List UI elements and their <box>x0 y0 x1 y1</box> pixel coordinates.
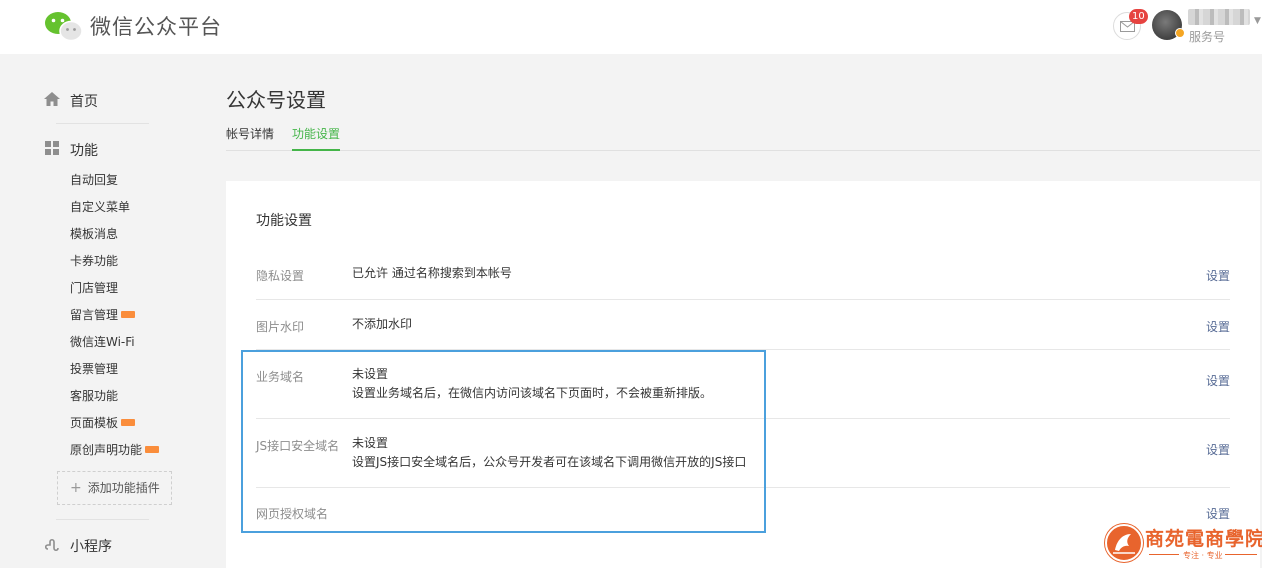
top-bar: 微信公众平台 10 服务号 ▼ <box>0 0 1262 54</box>
add-plugin-label: 添加功能插件 <box>87 481 160 495</box>
setting-row-oauth-domain: 网页授权域名 设置 <box>256 488 1230 538</box>
watermark-text: 商苑電商學院 <box>1145 528 1262 550</box>
sidebar-item-card-coupon[interactable]: 卡券功能 <box>70 251 159 278</box>
sidebar-item-label: 留言管理 <box>70 308 119 322</box>
sidebar-item-home[interactable]: 首页 <box>44 90 164 110</box>
row-description: 设置JS接口安全域名后，公众号开发者可在该域名下调用微信开放的JS接口 <box>352 455 747 469</box>
new-badge-icon <box>121 419 136 426</box>
row-label: 业务域名 <box>256 370 305 384</box>
notification-badge: 10 <box>1129 9 1148 24</box>
sidebar-item-function[interactable]: 功能 <box>44 139 164 159</box>
watermark-logo: 商苑電商學院 专注 · 专业 <box>1105 522 1262 564</box>
oauth-domain-setting-link[interactable]: 设置 <box>1206 505 1230 522</box>
home-icon <box>44 92 60 106</box>
sidebar-item-comment-management[interactable]: 留言管理 <box>70 305 159 332</box>
row-label: JS接口安全域名 <box>256 439 340 453</box>
sidebar-item-label: 原创声明功能 <box>70 443 143 457</box>
sidebar-item-label: 门店管理 <box>70 281 119 295</box>
privacy-setting-link[interactable]: 设置 <box>1206 267 1230 284</box>
sidebar-item-label: 页面模板 <box>70 416 119 430</box>
setting-row-watermark: 图片水印 不添加水印 设置 <box>256 300 1230 350</box>
watermark-setting-link[interactable]: 设置 <box>1206 318 1230 335</box>
setting-row-business-domain: 业务域名 未设置 设置业务域名后，在微信内访问该域名下页面时，不会被重新排版。 … <box>256 350 1230 419</box>
sidebar-item-label: 功能 <box>70 143 98 159</box>
sidebar-item-wifi[interactable]: 微信连Wi-Fi <box>70 332 159 359</box>
new-badge-icon <box>145 446 160 453</box>
mini-program-icon <box>45 538 59 552</box>
plus-icon: + <box>70 480 82 496</box>
sidebar-item-custom-menu[interactable]: 自定义菜单 <box>70 197 159 224</box>
js-domain-setting-link[interactable]: 设置 <box>1206 441 1230 458</box>
divider <box>1225 554 1257 555</box>
brand-title[interactable]: 微信公众平台 <box>90 11 222 41</box>
tab-bar: 帐号详情 功能设置 <box>226 124 1260 151</box>
business-domain-setting-link[interactable]: 设置 <box>1206 372 1230 389</box>
account-type-label: 服务号 <box>1189 30 1226 44</box>
row-value: 不添加水印 <box>352 317 413 331</box>
sidebar-item-original-declaration[interactable]: 原创声明功能 <box>70 440 160 467</box>
divider <box>56 519 149 520</box>
sidebar-item-label: 模板消息 <box>70 227 119 241</box>
grid-icon <box>45 141 59 155</box>
sidebar-item-customer-service[interactable]: 客服功能 <box>70 386 159 413</box>
sidebar-item-vote-management[interactable]: 投票管理 <box>70 359 159 386</box>
tab-function-settings[interactable]: 功能设置 <box>292 124 341 151</box>
function-submenu: 自动回复 自定义菜单 模板消息 卡券功能 门店管理 留言管理 微信连Wi-Fi … <box>70 170 160 467</box>
setting-row-js-domain: JS接口安全域名 未设置 设置JS接口安全域名后，公众号开发者可在该域名下调用微… <box>256 419 1230 488</box>
sidebar-item-label: 小程序 <box>70 539 112 555</box>
account-name-blurred[interactable] <box>1188 9 1250 25</box>
sidebar-item-page-template[interactable]: 页面模板 <box>70 413 159 440</box>
sidebar-item-store-management[interactable]: 门店管理 <box>70 278 159 305</box>
sidebar-item-label: 首页 <box>70 94 98 110</box>
row-value: 未设置 <box>352 367 389 381</box>
row-label: 隐私设置 <box>256 269 305 283</box>
setting-row-privacy: 隐私设置 已允许 通过名称搜索到本帐号 设置 <box>256 248 1230 300</box>
add-plugin-button[interactable]: + 添加功能插件 <box>57 471 172 505</box>
wechat-logo-icon[interactable] <box>44 10 84 42</box>
watermark-subtext: 专注 · 专业 <box>1183 551 1223 560</box>
verified-icon <box>1175 28 1185 38</box>
sidebar-item-label: 自定义菜单 <box>70 200 131 214</box>
chevron-down-icon[interactable]: ▼ <box>1254 16 1261 26</box>
new-badge-icon <box>121 311 136 318</box>
row-value: 未设置 <box>352 436 389 450</box>
divider <box>56 123 149 124</box>
row-label: 网页授权域名 <box>256 507 329 521</box>
sidebar-item-auto-reply[interactable]: 自动回复 <box>70 170 159 197</box>
sidebar-item-label: 自动回复 <box>70 173 119 187</box>
sidebar-item-template-message[interactable]: 模板消息 <box>70 224 159 251</box>
watermark-emblem-icon <box>1105 524 1143 562</box>
settings-card: 功能设置 隐私设置 已允许 通过名称搜索到本帐号 设置 图片水印 不添加水印 设… <box>226 181 1260 568</box>
sidebar-item-mini-program[interactable]: 小程序 <box>44 535 164 555</box>
row-value: 已允许 通过名称搜索到本帐号 <box>352 266 512 280</box>
sidebar-item-label: 卡券功能 <box>70 254 119 268</box>
row-label: 图片水印 <box>256 320 305 334</box>
page-title: 公众号设置 <box>226 88 326 112</box>
sidebar-item-label: 客服功能 <box>70 389 119 403</box>
tab-account-details[interactable]: 帐号详情 <box>226 124 274 151</box>
sidebar-item-label: 微信连Wi-Fi <box>70 335 135 349</box>
card-title: 功能设置 <box>256 213 312 229</box>
row-description: 设置业务域名后，在微信内访问该域名下页面时，不会被重新排版。 <box>352 386 713 400</box>
divider <box>1149 554 1179 555</box>
sidebar-item-label: 投票管理 <box>70 362 119 376</box>
